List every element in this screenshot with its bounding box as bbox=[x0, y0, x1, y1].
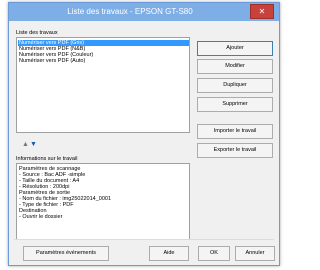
job-info-box: Paramètres de scannage - Source : Bac AD… bbox=[16, 163, 190, 240]
export-job-button[interactable]: Exporter le travail bbox=[197, 143, 273, 158]
move-down-icon[interactable]: ▼ bbox=[30, 141, 37, 148]
window-title: Liste des travaux - EPSON GT-S80 bbox=[67, 7, 193, 16]
job-list-label: Liste des travaux bbox=[16, 30, 58, 36]
divider bbox=[14, 239, 274, 240]
add-button[interactable]: Ajouter bbox=[197, 41, 273, 56]
help-button[interactable]: Aide bbox=[149, 246, 189, 261]
info-line: - Ouvrir le dossier bbox=[19, 214, 63, 220]
move-up-icon[interactable]: ▲ bbox=[22, 141, 29, 148]
cancel-button[interactable]: Annuler bbox=[235, 246, 275, 261]
close-button[interactable]: ✕ bbox=[250, 4, 274, 19]
job-list-dialog: Liste des travaux - EPSON GT-S80 ✕ Liste… bbox=[8, 2, 280, 266]
job-list[interactable]: Numériser vers PDF (Gris) Numériser vers… bbox=[16, 37, 190, 133]
title-bar[interactable]: Liste des travaux - EPSON GT-S80 ✕ bbox=[9, 3, 279, 21]
import-job-button[interactable]: Importer le travail bbox=[197, 124, 273, 139]
duplicate-button[interactable]: Dupliquer bbox=[197, 78, 273, 93]
job-info-label: Informations sur le travail bbox=[16, 156, 78, 162]
event-settings-button[interactable]: Paramètres événements bbox=[23, 246, 109, 261]
modify-button[interactable]: Modifier bbox=[197, 59, 273, 74]
ok-button[interactable]: OK bbox=[198, 246, 230, 261]
job-list-item[interactable]: Numériser vers PDF (Auto) bbox=[18, 58, 189, 64]
delete-button[interactable]: Supprimer bbox=[197, 97, 273, 112]
